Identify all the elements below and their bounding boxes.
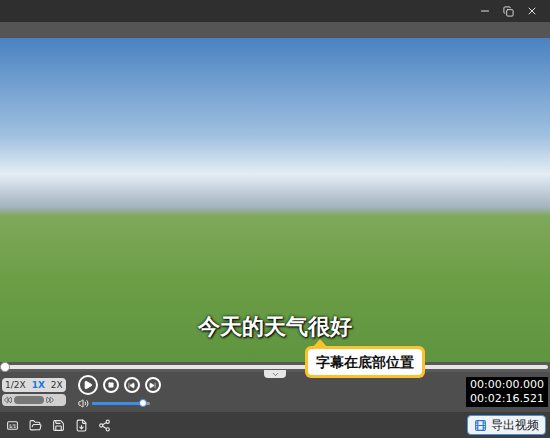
- share-icon[interactable]: [98, 419, 111, 432]
- subtitle-icon[interactable]: [6, 419, 19, 432]
- export-file-icon[interactable]: [75, 419, 88, 432]
- play-icon: [83, 380, 93, 390]
- next-icon: [149, 382, 156, 389]
- speed-option[interactable]: 2X: [48, 378, 66, 392]
- bottom-toolbar: 导出视频: [0, 412, 550, 438]
- video-export-icon: [474, 419, 487, 432]
- minimize-icon[interactable]: [479, 5, 491, 17]
- restore-icon[interactable]: [503, 6, 514, 17]
- subtitle-text[interactable]: 今天的天气很好: [198, 314, 352, 340]
- chevron-down-icon: [271, 370, 280, 379]
- time-display: 00:00:00.00000:02:16.521: [466, 377, 548, 407]
- speed-option[interactable]: 1/2X: [2, 378, 29, 392]
- timeline[interactable]: [0, 362, 550, 372]
- subtitle-position-callout: 字幕在底部位置: [305, 346, 425, 378]
- frame-step-control[interactable]: [2, 394, 66, 406]
- speed-option[interactable]: 1X: [29, 378, 48, 392]
- timeline-thumb[interactable]: [0, 362, 10, 372]
- collapse-tab[interactable]: [264, 370, 286, 378]
- fast-forward-icon[interactable]: [46, 396, 54, 404]
- folder-icon[interactable]: [29, 419, 42, 432]
- total-time: 00:02:16.521: [470, 392, 544, 406]
- volume-icon[interactable]: [78, 398, 89, 409]
- previous-icon: [128, 382, 135, 389]
- play-button[interactable]: [78, 375, 98, 395]
- stop-button[interactable]: [103, 377, 119, 393]
- next-button[interactable]: [145, 377, 161, 393]
- video-frame: 今天的天气很好: [0, 38, 550, 362]
- stop-icon: [108, 382, 114, 388]
- speed-selector: 1/2X1X2X: [2, 378, 66, 392]
- title-bar: [0, 0, 550, 22]
- current-time: 00:00:00.000: [470, 378, 544, 392]
- volume-slider[interactable]: [92, 402, 150, 405]
- video-player-window: 今天的天气很好 1/2X1X2X 00:00:00.00000:02:16.521 导…: [0, 0, 550, 438]
- rewind-icon[interactable]: [4, 396, 12, 404]
- top-band: [0, 22, 550, 38]
- export-video-button[interactable]: 导出视频: [467, 415, 546, 435]
- save-icon[interactable]: [52, 419, 65, 432]
- control-bar: 1/2X1X2X 00:00:00.00000:02:16.521: [0, 372, 550, 412]
- close-icon[interactable]: [526, 5, 538, 17]
- previous-button[interactable]: [124, 377, 140, 393]
